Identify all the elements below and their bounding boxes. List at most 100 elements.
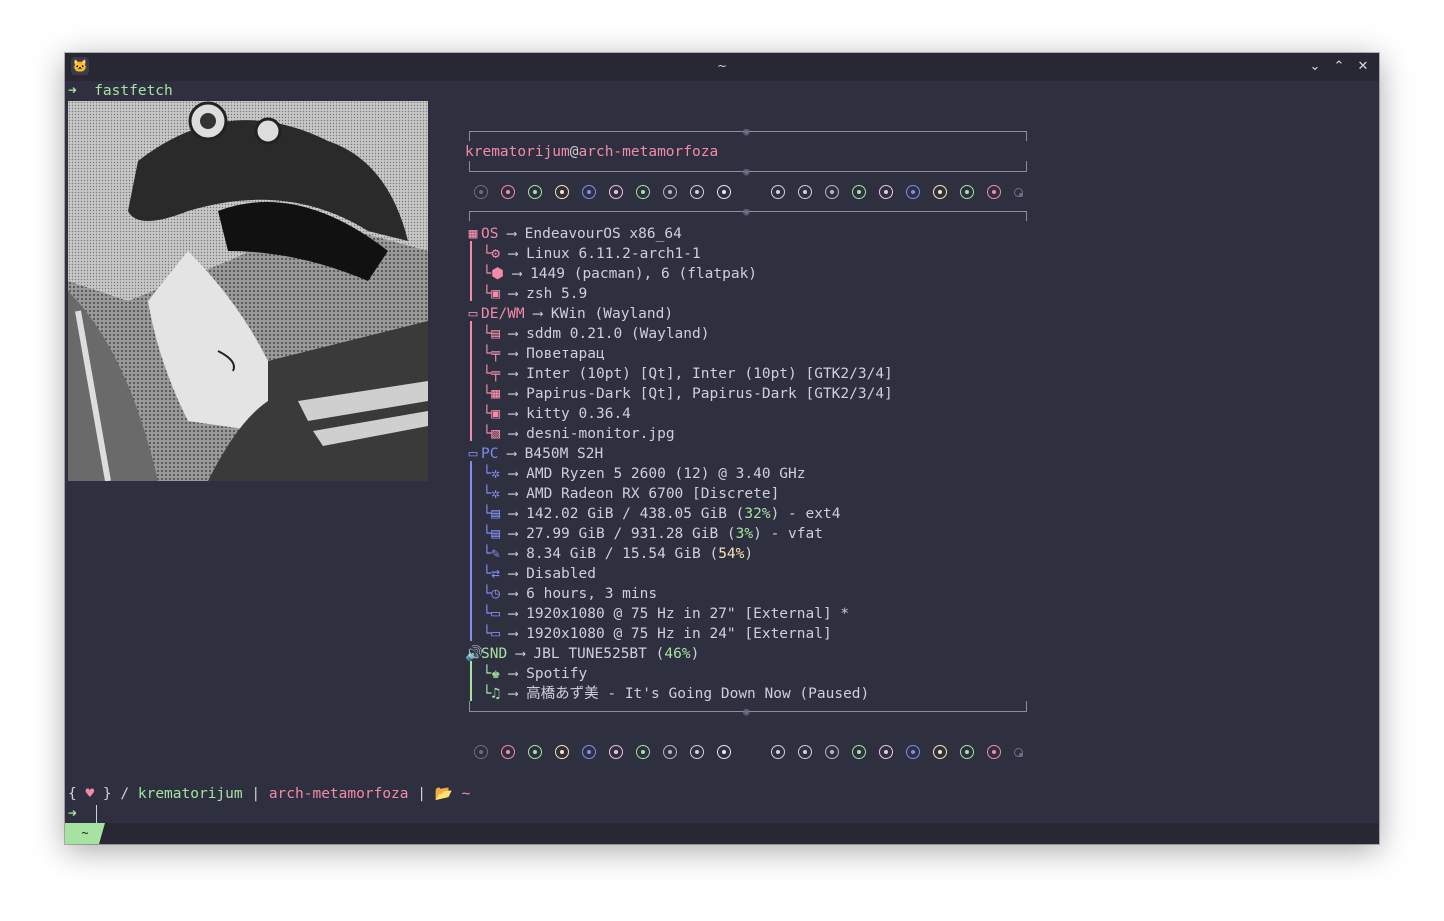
palette-dot <box>474 185 488 199</box>
disk2-fs: ) - vfat <box>753 526 823 542</box>
font-row: └╤ ⟶ Inter (10pt) [Qt], Inter (10pt) [GT… <box>465 364 893 384</box>
disk1-percent: 32% <box>744 506 771 522</box>
close-button[interactable]: ✕ <box>1354 58 1372 76</box>
palette-dot <box>825 745 839 759</box>
manga-logo-image <box>68 101 428 481</box>
snd-close: ) <box>690 646 700 662</box>
prompt-arrow: ➜ <box>68 806 77 822</box>
swap-row: └⇄ ⟶ Disabled <box>465 564 596 584</box>
snd-label: SND <box>481 646 508 662</box>
disk2-usage: 27.99 GiB / 931.28 GiB ( <box>526 526 736 542</box>
prompt-host: arch-metamorfoza <box>268 786 409 802</box>
media-row: └♫ ⟶ 高橋あず美 - It's Going Down Now (Paused… <box>465 684 869 704</box>
de-row: ▭ DE/WM ⟶ KWin (Wayland) <box>465 304 673 324</box>
palette-dot <box>798 185 812 199</box>
icons-value: Papirus-Dark [Qt], Papirus-Dark [GTK2/3/… <box>526 386 893 402</box>
lm-value: sddm 0.21.0 (Wayland) <box>526 326 710 342</box>
disk-icon: └▤ <box>482 506 500 522</box>
username: krematorijum <box>465 144 570 160</box>
palette-dot <box>771 745 785 759</box>
separator: | <box>242 786 269 802</box>
arrow: ⟶ <box>508 406 518 422</box>
heart-icon: ♥ <box>85 786 95 802</box>
terminal-content[interactable]: ➜ fastfetch ◉ krematorijum@arch-metamorf… <box>65 81 1379 823</box>
uptime-row: └◷ ⟶ 6 hours, 3 mins <box>465 584 657 604</box>
arrow: ⟶ <box>508 566 518 582</box>
gpu-row: └✲ ⟶ AMD Radeon RX 6700 [Discrete] <box>465 484 779 504</box>
prompt-dir: ~ <box>452 786 471 802</box>
display2-value: 1920x1080 @ 75 Hz in 24" [External] <box>526 626 832 642</box>
memory-row: └✎ ⟶ 8.34 GiB / 15.54 GiB (54%) <box>465 544 753 564</box>
box-knob: ◉ <box>743 165 750 178</box>
lm-row: └▤ ⟶ sddm 0.21.0 (Wayland) <box>465 324 709 344</box>
os-row: ▦ OS ⟶ EndeavourOS x86_64 <box>465 224 682 244</box>
arrow: ⟶ <box>508 526 518 542</box>
palette-dot <box>825 185 839 199</box>
at-sign: @ <box>569 144 579 160</box>
os-label: OS <box>481 226 499 242</box>
tab-home[interactable]: ~ <box>65 823 105 844</box>
de-value: KWin (Wayland) <box>550 306 674 322</box>
arrow: ⟶ <box>508 626 518 642</box>
clock-icon: └◷ <box>482 586 500 602</box>
cpu-row: └✲ ⟶ AMD Ryzen 5 2600 (12) @ 3.40 GHz <box>465 464 805 484</box>
palette-dot <box>798 745 812 759</box>
arrow: ⟶ <box>508 666 518 682</box>
palette-dot <box>636 745 650 759</box>
palette-dot <box>717 185 731 199</box>
info-box-left <box>469 211 470 221</box>
prompt-status-line: { ♥ } / krematorijum | arch-metamorfoza … <box>68 784 470 804</box>
gear-icon: └⚙ <box>482 246 500 262</box>
minimize-button[interactable]: ⌄ <box>1306 58 1324 76</box>
palette-dot <box>663 745 677 759</box>
uptime-value: 6 hours, 3 mins <box>526 586 658 602</box>
palette-dot <box>960 185 974 199</box>
user-host-line: krematorijum@arch-metamorfoza <box>465 142 718 162</box>
shell-row: └▣ ⟶ zsh 5.9 <box>465 284 587 304</box>
memory-icon: └✎ <box>482 546 500 562</box>
font-value: Inter (10pt) [Qt], Inter (10pt) [GTK2/3/… <box>526 366 893 382</box>
palette-dot <box>663 185 677 199</box>
prompt-arrow: ➜ <box>68 83 77 99</box>
hostname: arch-metamorfoza <box>578 144 719 160</box>
terminal-row: └▣ ⟶ kitty 0.36.4 <box>465 404 630 424</box>
arrow: ⟶ <box>512 266 522 282</box>
arrow: ⟶ <box>508 466 518 482</box>
info-box-right2 <box>1026 701 1027 711</box>
arrow: ⟶ <box>507 446 516 462</box>
pc-label: PC <box>481 446 499 462</box>
info-box-right <box>1026 211 1027 221</box>
display1-row: └▭ ⟶ 1920x1080 @ 75 Hz in 27" [External]… <box>465 604 849 624</box>
display2-row: └▭ ⟶ 1920x1080 @ 75 Hz in 24" [External] <box>465 624 832 644</box>
player-row: └♚ ⟶ Spotify <box>465 664 587 684</box>
speaker-icon: 🔊 <box>465 646 484 662</box>
gpu-icon: └✲ <box>482 486 500 502</box>
maximize-button[interactable]: ⌃ <box>1330 58 1348 76</box>
arrow: ⟶ <box>508 486 518 502</box>
music-note-icon: └♫ <box>482 686 500 702</box>
snd-device: JBL TUNE525BT ( <box>533 646 665 662</box>
os-value: EndeavourOS x86_64 <box>524 226 682 242</box>
palette-dot <box>906 185 920 199</box>
box-border-left2 <box>469 161 470 171</box>
arrow: ⟶ <box>508 686 518 702</box>
palette-dot <box>960 745 974 759</box>
shell-value: zsh 5.9 <box>526 286 588 302</box>
palette-dot <box>852 185 866 199</box>
pc-row: ▭ PC ⟶ B450M S2H <box>465 444 604 464</box>
swap-value: Disabled <box>526 566 596 582</box>
headphones-icon: └♚ <box>482 666 500 682</box>
palette-dot-small <box>1014 748 1023 757</box>
palette-dot <box>528 185 542 199</box>
paint-roller-icon: └╤ <box>482 346 500 362</box>
command-line: ➜ fastfetch <box>68 81 173 101</box>
palette-dot <box>933 745 947 759</box>
tab-bar: ~ <box>65 823 1379 844</box>
grid-icon: └▦ <box>482 386 500 402</box>
palette-dot <box>501 185 515 199</box>
input-line[interactable]: ➜ <box>68 804 77 824</box>
window-icon: ▭ <box>468 306 478 322</box>
memory-percent: 54% <box>718 546 745 562</box>
palette-dot <box>474 745 488 759</box>
color-palette-bottom <box>474 745 1034 763</box>
